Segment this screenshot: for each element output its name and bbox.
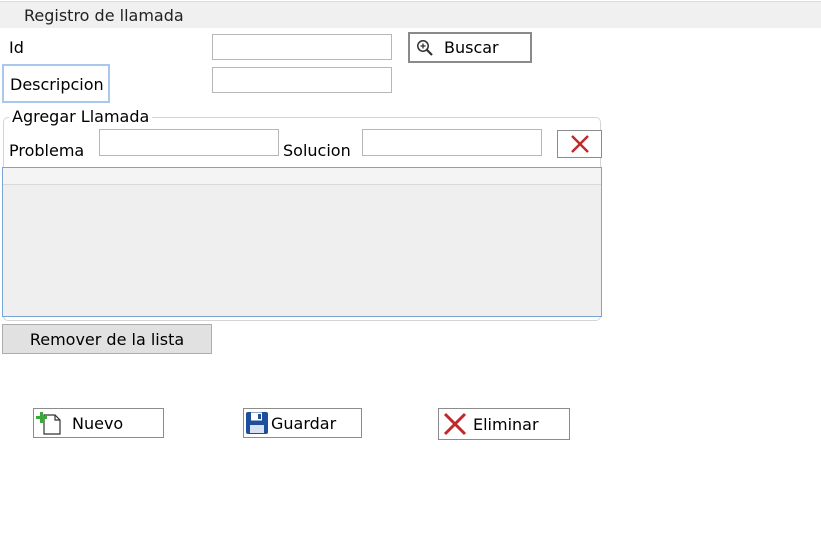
save-icon <box>245 411 269 435</box>
id-input[interactable] <box>212 34 392 60</box>
descripcion-label: Descripcion <box>10 75 104 94</box>
remover-label: Remover de la lista <box>29 329 185 349</box>
remover-button[interactable]: Remover de la lista <box>2 324 212 354</box>
eliminar-label: Eliminar <box>473 414 539 434</box>
descripcion-input[interactable] <box>212 67 392 93</box>
buscar-button[interactable]: Buscar <box>408 32 532 63</box>
id-label: Id <box>9 38 24 57</box>
nuevo-label: Nuevo <box>72 413 124 433</box>
zoom-in-icon <box>416 39 434 57</box>
close-icon <box>570 134 590 154</box>
solucion-label: Solucion <box>283 141 351 160</box>
solucion-input[interactable] <box>362 129 542 156</box>
window-title: Registro de llamada <box>24 6 184 25</box>
title-bar: Registro de llamada <box>0 1 821 28</box>
nuevo-button[interactable]: Nuevo <box>33 408 164 438</box>
form-window: Registro de llamada Id Buscar Descripcio… <box>0 0 821 557</box>
grid-header <box>3 168 601 185</box>
new-document-icon <box>36 411 62 435</box>
buscar-label: Buscar <box>444 38 499 57</box>
llamadas-grid[interactable] <box>2 167 602 317</box>
problema-input[interactable] <box>99 129 279 156</box>
problema-label: Problema <box>9 141 85 160</box>
guardar-label: Guardar <box>271 413 337 433</box>
eliminar-button[interactable]: Eliminar <box>438 408 570 440</box>
group-title: Agregar Llamada <box>9 107 153 126</box>
guardar-button[interactable]: Guardar <box>243 408 362 438</box>
delete-icon <box>443 412 467 436</box>
clear-button[interactable] <box>557 130 602 158</box>
